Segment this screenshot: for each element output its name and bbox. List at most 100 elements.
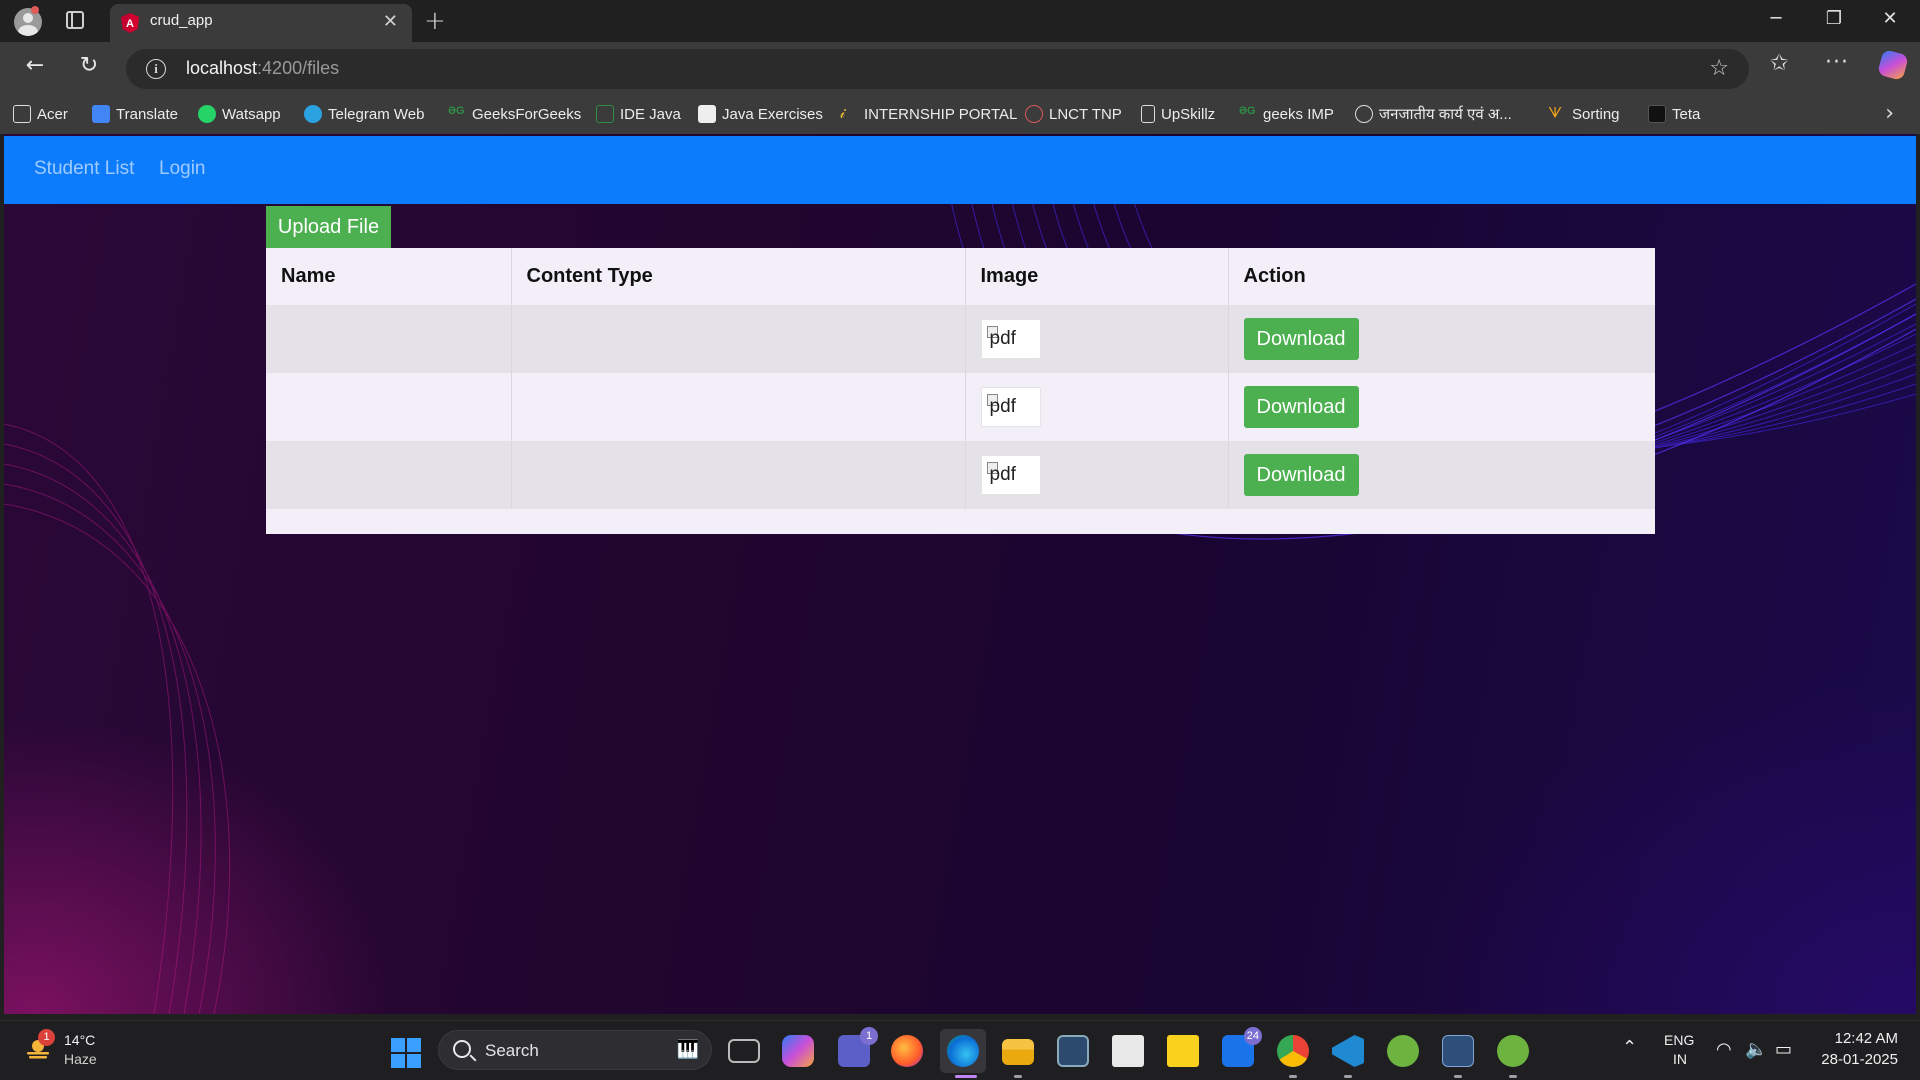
vscode-indicator	[1344, 1075, 1352, 1078]
cell-image: pdf	[965, 441, 1229, 509]
explorer-indicator	[1014, 1075, 1022, 1078]
browser-toolbar: ← ↻ i localhost:4200/files ☆ ✩ ···	[0, 42, 1920, 94]
new-tab-icon[interactable]: +	[424, 6, 446, 36]
table-row: pdf Download	[266, 441, 1655, 509]
bookmark-upskillz[interactable]: UpSkillz	[1141, 103, 1215, 125]
spring-tool-icon[interactable]	[1387, 1035, 1419, 1067]
reload-icon[interactable]: ↻	[74, 53, 104, 78]
tab-title: crud_app	[150, 12, 213, 29]
bookmark-watsapp[interactable]: Watsapp	[198, 103, 281, 125]
vscode-icon[interactable]	[1332, 1035, 1364, 1067]
weather-condition[interactable]: Haze	[64, 1051, 97, 1067]
bookmark-java-exercises[interactable]: Java Exercises	[698, 103, 823, 125]
gfg-icon: ƏG	[448, 105, 465, 117]
minimize-icon[interactable]: ─	[1756, 8, 1796, 29]
keyboard-layout[interactable]: IN	[1673, 1051, 1687, 1067]
battery-icon[interactable]: ▭	[1775, 1039, 1792, 1060]
table-row: pdf Download	[266, 305, 1655, 373]
w3resource-icon	[698, 105, 716, 123]
search-icon	[453, 1040, 471, 1058]
files-table: Name Content Type Image Action pdf Downl…	[266, 248, 1655, 509]
address-bar[interactable]: i localhost:4200/files ☆	[126, 49, 1749, 89]
broken-image-icon: pdf	[980, 319, 1041, 359]
search-label: Search	[485, 1041, 539, 1060]
weather-alert-badge: 1	[38, 1029, 55, 1046]
bookmark-sorting[interactable]: ᗐ Sorting	[1548, 103, 1620, 125]
language-indicator[interactable]: ENG	[1664, 1032, 1694, 1048]
url-text[interactable]: localhost:4200/files	[186, 58, 339, 79]
clock-time[interactable]: 12:42 AM	[1835, 1030, 1898, 1047]
bookmarks-overflow-chevron-icon[interactable]: ›	[1885, 101, 1894, 126]
sticky-notes-icon[interactable]	[1167, 1035, 1199, 1067]
back-arrow-icon[interactable]: ←	[20, 53, 50, 78]
favorites-icon[interactable]: ✩	[1770, 51, 1788, 76]
teta-icon	[1648, 105, 1666, 123]
wifi-icon[interactable]: ◠	[1716, 1039, 1732, 1060]
spring-boot-icon[interactable]	[1497, 1035, 1529, 1067]
cell-image: pdf	[965, 373, 1229, 441]
clock-date[interactable]: 28-01-2025	[1821, 1051, 1898, 1068]
bookmark-translate[interactable]: Translate	[92, 103, 178, 125]
tab-close-icon[interactable]: ✕	[383, 11, 398, 32]
google-translate-icon	[92, 105, 110, 123]
broken-image-icon: pdf	[980, 387, 1041, 427]
column-header-content-type: Content Type	[511, 248, 966, 305]
sql-server-icon[interactable]	[1442, 1035, 1474, 1067]
site-info-icon[interactable]: i	[146, 59, 166, 79]
window-close-icon[interactable]: ✕	[1870, 8, 1910, 29]
download-button[interactable]: Download	[1243, 386, 1359, 428]
restore-icon[interactable]: ❐	[1814, 8, 1854, 29]
edge-active-indicator	[955, 1075, 977, 1078]
chrome-icon[interactable]	[1277, 1035, 1309, 1067]
cell-name	[266, 441, 512, 509]
nav-login[interactable]: Login	[159, 158, 206, 180]
bookmark-ide-java[interactable]: IDE Java	[596, 103, 681, 125]
firefox-icon[interactable]	[891, 1035, 923, 1067]
tab-actions-icon[interactable]	[66, 11, 84, 29]
volume-icon[interactable]: 🔈	[1745, 1039, 1767, 1060]
bookmark-teta[interactable]: Teta	[1648, 103, 1700, 125]
taskbar-search[interactable]: Search 🎹	[438, 1030, 712, 1070]
bookmark-telegram[interactable]: Telegram Web	[304, 103, 424, 125]
cell-image: pdf	[965, 305, 1229, 373]
download-button[interactable]: Download	[1243, 454, 1359, 496]
cell-action: Download	[1228, 305, 1655, 373]
sorting-icon: ᗐ	[1548, 105, 1563, 122]
bookmark-lnct-tnp[interactable]: LNCT TNP	[1025, 103, 1122, 125]
cell-action: Download	[1228, 373, 1655, 441]
control-panel-icon[interactable]	[1057, 1035, 1089, 1067]
spring-indicator	[1509, 1075, 1517, 1078]
weather-temperature[interactable]: 14°C	[64, 1032, 95, 1048]
nav-student-list[interactable]: Student List	[34, 158, 134, 180]
bookmark-geeksforgeeks[interactable]: ƏG GeeksForGeeks	[448, 103, 581, 125]
file-explorer-icon[interactable]	[1002, 1039, 1034, 1065]
mail-icon[interactable]: 24	[1222, 1027, 1262, 1067]
files-table-container: Name Content Type Image Action pdf Downl…	[266, 248, 1655, 534]
gfg-icon: ƏG	[1239, 105, 1256, 117]
teams-icon[interactable]: 1	[838, 1027, 878, 1067]
copilot-app-icon[interactable]	[782, 1035, 814, 1067]
download-button[interactable]: Download	[1243, 318, 1359, 360]
windows-start-icon[interactable]	[391, 1038, 421, 1068]
copilot-icon[interactable]	[1877, 49, 1909, 81]
bookmark-geeks-imp[interactable]: ƏG geeks IMP	[1239, 103, 1334, 125]
gfg-ide-icon	[596, 105, 614, 123]
upload-file-button[interactable]: Upload File	[266, 206, 391, 248]
more-menu-icon[interactable]: ···	[1825, 50, 1849, 75]
snipping-tool-icon[interactable]	[1112, 1035, 1144, 1067]
edge-icon[interactable]	[947, 1035, 979, 1067]
task-view-icon[interactable]	[728, 1039, 760, 1063]
bookmark-acer[interactable]: Acer	[13, 103, 68, 125]
bookmark-janjatiya[interactable]: जनजातीय कार्य एवं अ...	[1355, 103, 1512, 125]
chrome-indicator	[1289, 1075, 1297, 1078]
cell-content-type	[511, 373, 966, 441]
bookmark-internship-portal[interactable]: 𝒾 INTERNSHIP PORTAL	[840, 103, 1017, 125]
bookmark-star-icon[interactable]: ☆	[1709, 56, 1729, 81]
browser-titlebar: A crud_app ✕ + ─ ❐ ✕	[0, 0, 1920, 42]
lnct-icon	[1025, 105, 1043, 123]
tray-overflow-chevron-icon[interactable]: ⌃	[1622, 1037, 1637, 1058]
angular-logo-icon: A	[121, 13, 139, 33]
browser-tab-active[interactable]: A crud_app ✕	[110, 4, 412, 42]
windows-taskbar: 1 14°C Haze Search 🎹 1 24 ⌃ ENG IN ◠ 🔈 ▭…	[0, 1020, 1920, 1080]
broken-image-icon: pdf	[980, 455, 1041, 495]
